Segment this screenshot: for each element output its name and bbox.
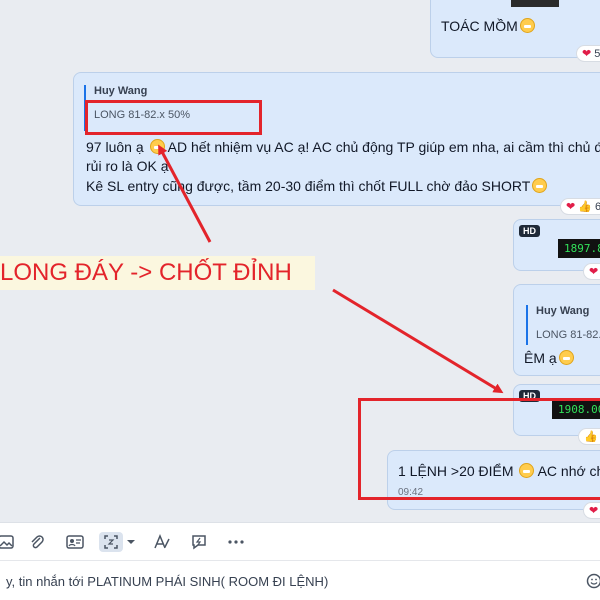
message-bubble[interactable]: Huy Wang LONG 81-82.x 50% 97 luôn ạ AD h… xyxy=(73,72,600,206)
emoji-picker-icon[interactable] xyxy=(586,573,600,589)
composer xyxy=(0,560,600,600)
message-bubble[interactable]: Huy Wang LONG 81-82.x ÊM ạ xyxy=(513,284,600,376)
contact-card-icon[interactable] xyxy=(65,532,85,552)
quote-author: Huy Wang xyxy=(94,85,148,97)
heart-icon: ❤ xyxy=(582,48,592,60)
message-line: rủi ro là OK ạ xyxy=(86,158,169,174)
composer-toolbar xyxy=(0,522,600,560)
heart-icon: ❤ xyxy=(589,505,599,517)
grin-emoji-icon xyxy=(149,139,165,154)
attachment-icon[interactable] xyxy=(27,532,47,552)
message-line: Kê SL entry cũng được, tầm 20-30 điểm th… xyxy=(86,178,548,194)
format-text-icon[interactable] xyxy=(152,532,172,552)
reaction-badge[interactable]: ❤ xyxy=(583,263,600,280)
reaction-badge[interactable]: ❤ xyxy=(583,502,600,519)
chat-area: TOÁC MỒM ❤ 5 Huy Wang LONG 81-82.x 50% 9… xyxy=(0,0,600,522)
highlight-box xyxy=(358,398,600,500)
message-line: 97 luôn ạ AD hết nhiệm vụ AC ạ! AC chủ đ… xyxy=(86,139,600,155)
message-input[interactable] xyxy=(6,571,576,591)
image-icon[interactable] xyxy=(0,532,16,552)
quote-author: Huy Wang xyxy=(536,305,590,317)
heart-icon: ❤ xyxy=(589,266,599,278)
thumbs-up-icon: 👍 xyxy=(578,201,592,213)
reaction-badge[interactable]: ❤ 👍 6 xyxy=(560,198,600,215)
price-display: 1897.80 xyxy=(558,239,600,258)
heart-icon: ❤ xyxy=(566,201,576,213)
arrow-down xyxy=(332,288,504,394)
quick-message-icon[interactable] xyxy=(189,532,209,552)
message-bubble[interactable]: TOÁC MỒM xyxy=(430,0,600,58)
grin-emoji-icon xyxy=(519,18,535,33)
grin-emoji-icon xyxy=(558,350,574,365)
quote-text: LONG 81-82.x xyxy=(536,329,600,341)
reply-quote[interactable]: Huy Wang LONG 81-82.x xyxy=(526,305,600,345)
annotation-label: LONG ĐÁY -> CHỐT ĐỈNH xyxy=(0,256,315,290)
more-icon[interactable] xyxy=(226,532,246,552)
message-text: TOÁC MỒM xyxy=(441,18,535,34)
image-thumbnail[interactable] xyxy=(511,0,559,7)
hd-badge: HD xyxy=(519,225,540,237)
chevron-down-icon[interactable] xyxy=(124,532,138,552)
message-text: ÊM ạ xyxy=(524,350,574,366)
highlight-box xyxy=(85,100,262,135)
grin-emoji-icon xyxy=(532,178,548,193)
reaction-badge[interactable]: ❤ 5 xyxy=(576,45,600,62)
screenshot-icon[interactable] xyxy=(99,532,123,552)
